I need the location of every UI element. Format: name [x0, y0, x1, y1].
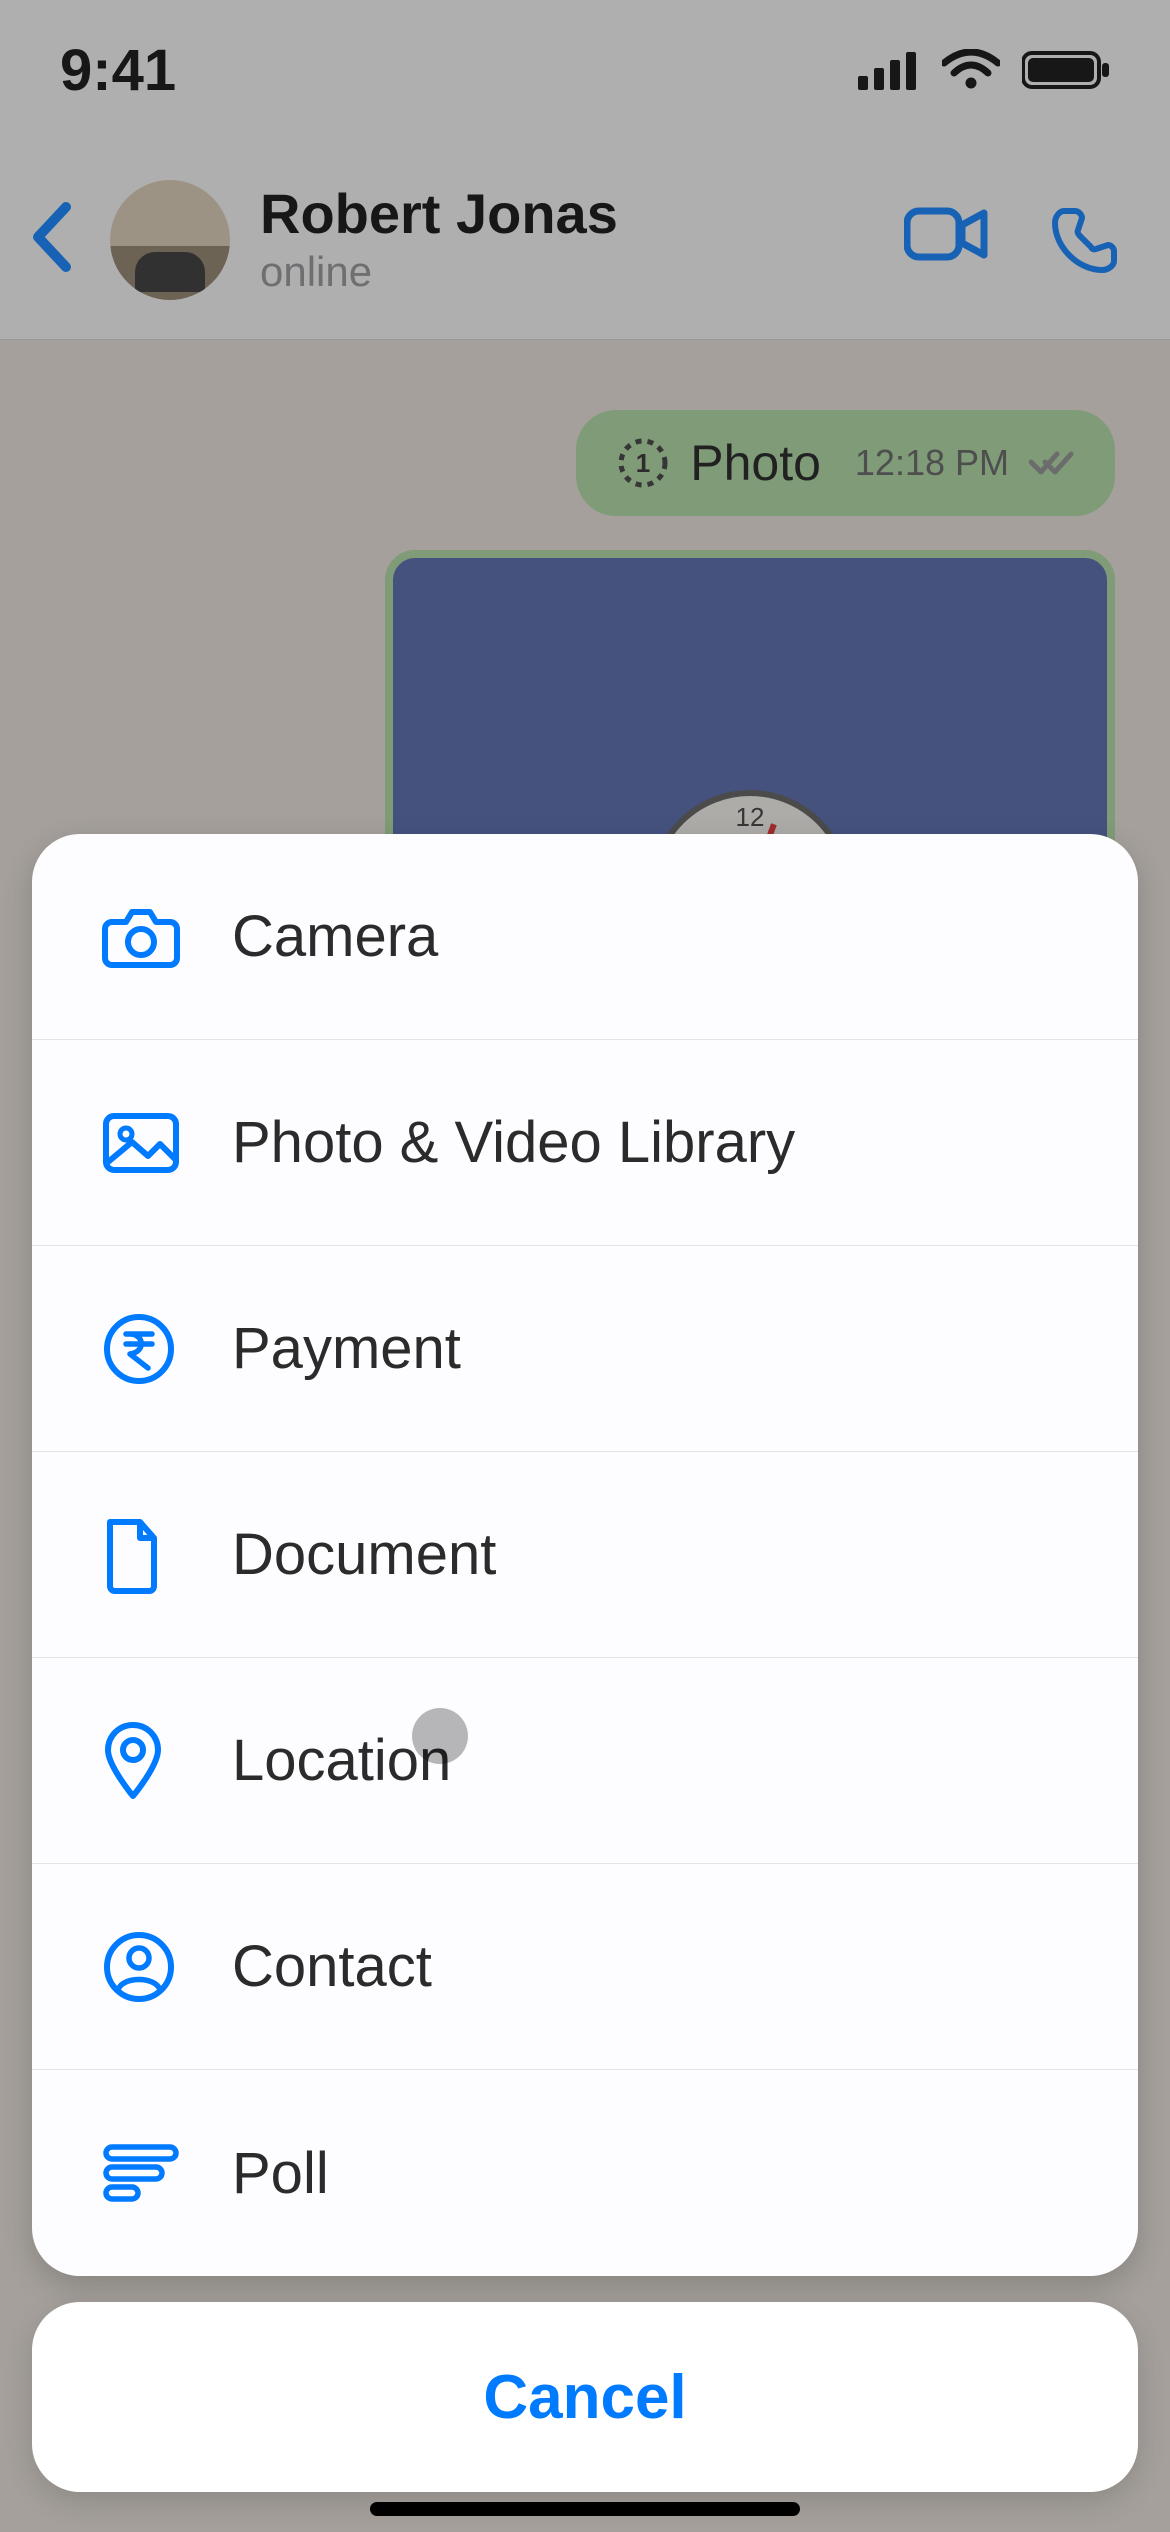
sheet-item-label: Camera — [232, 903, 438, 970]
attachment-sheet-container: Camera Photo & Video Library Payment — [32, 834, 1138, 2492]
sheet-item-location[interactable]: Location — [32, 1658, 1138, 1864]
cancel-button[interactable]: Cancel — [32, 2302, 1138, 2492]
sheet-item-label: Photo & Video Library — [232, 1109, 795, 1176]
image-gallery-icon — [102, 1112, 180, 1174]
sheet-item-document[interactable]: Document — [32, 1452, 1138, 1658]
sheet-item-contact[interactable]: Contact — [32, 1864, 1138, 2070]
contact-icon — [102, 1930, 176, 2004]
location-pin-icon — [102, 1720, 164, 1802]
sheet-item-payment[interactable]: Payment — [32, 1246, 1138, 1452]
home-indicator[interactable] — [370, 2502, 800, 2516]
sheet-item-camera[interactable]: Camera — [32, 834, 1138, 1040]
sheet-item-label: Location — [232, 1727, 451, 1794]
sheet-item-label: Poll — [232, 2140, 329, 2207]
attachment-sheet: Camera Photo & Video Library Payment — [32, 834, 1138, 2276]
sheet-item-label: Contact — [232, 1933, 432, 2000]
sheet-item-label: Document — [232, 1521, 496, 1588]
rupee-icon — [102, 1312, 176, 1386]
poll-icon — [102, 2143, 180, 2203]
sheet-item-label: Payment — [232, 1315, 461, 1382]
document-icon — [102, 1516, 162, 1594]
sheet-item-photo-library[interactable]: Photo & Video Library — [32, 1040, 1138, 1246]
camera-icon — [102, 904, 180, 970]
sheet-item-poll[interactable]: Poll — [32, 2070, 1138, 2276]
cancel-label: Cancel — [483, 2362, 686, 2433]
